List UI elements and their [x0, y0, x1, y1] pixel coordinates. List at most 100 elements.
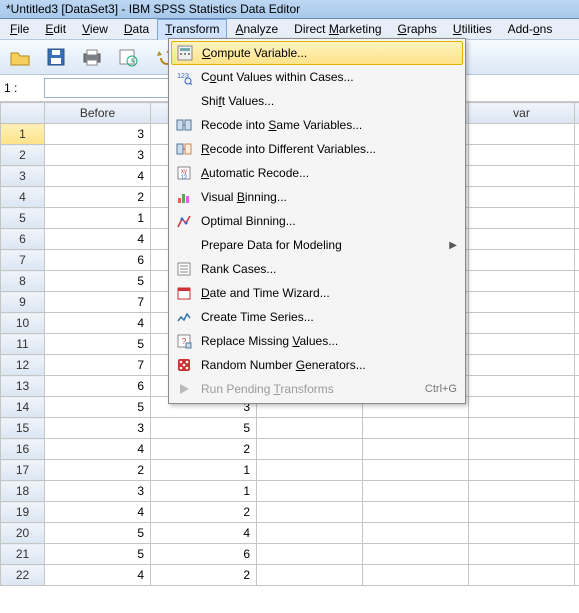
cell[interactable]: [575, 502, 579, 523]
menu-item-count-values-within-cases[interactable]: 123Count Values within Cases...: [171, 65, 463, 89]
menu-view[interactable]: View: [74, 19, 116, 39]
cell[interactable]: [469, 208, 575, 229]
cell[interactable]: [575, 145, 579, 166]
cell[interactable]: 1: [45, 208, 151, 229]
cell[interactable]: [575, 124, 579, 145]
menu-item-compute-variable[interactable]: Compute Variable...: [171, 41, 463, 65]
row-number[interactable]: 16: [1, 439, 45, 460]
menu-item-create-time-series[interactable]: Create Time Series...: [171, 305, 463, 329]
cell[interactable]: 4: [45, 502, 151, 523]
menu-utilities[interactable]: Utilities: [445, 19, 500, 39]
cell[interactable]: 6: [45, 250, 151, 271]
row-number[interactable]: 14: [1, 397, 45, 418]
column-header[interactable]: Before: [45, 103, 151, 124]
row-number[interactable]: 4: [1, 187, 45, 208]
cell[interactable]: [575, 397, 579, 418]
cell[interactable]: [363, 418, 469, 439]
column-header[interactable]: [575, 103, 579, 124]
cell[interactable]: [469, 418, 575, 439]
rownum-header[interactable]: [1, 103, 45, 124]
menu-graphs[interactable]: Graphs: [390, 19, 445, 39]
cell[interactable]: [257, 565, 363, 586]
menu-item-prepare-data-for-modeling[interactable]: Prepare Data for Modeling▶: [171, 233, 463, 257]
cell[interactable]: 2: [45, 187, 151, 208]
menu-file[interactable]: File: [2, 19, 37, 39]
cell[interactable]: [575, 187, 579, 208]
cell[interactable]: [469, 292, 575, 313]
cell[interactable]: [575, 166, 579, 187]
cell[interactable]: [575, 460, 579, 481]
toolbar-open-button[interactable]: [6, 43, 34, 71]
cell[interactable]: [575, 481, 579, 502]
cell[interactable]: 4: [45, 166, 151, 187]
row-number[interactable]: 8: [1, 271, 45, 292]
menu-edit[interactable]: Edit: [37, 19, 74, 39]
row-number[interactable]: 10: [1, 313, 45, 334]
cell[interactable]: [575, 334, 579, 355]
toolbar-print-button[interactable]: [78, 43, 106, 71]
row-number[interactable]: 18: [1, 481, 45, 502]
menu-item-rank-cases[interactable]: Rank Cases...: [171, 257, 463, 281]
cell[interactable]: 7: [45, 355, 151, 376]
cell[interactable]: [257, 481, 363, 502]
menu-item-visual-binning[interactable]: Visual Binning...: [171, 185, 463, 209]
cell[interactable]: 2: [151, 565, 257, 586]
cell[interactable]: 6: [45, 376, 151, 397]
cell[interactable]: 4: [45, 229, 151, 250]
cell[interactable]: [469, 145, 575, 166]
cell[interactable]: [575, 355, 579, 376]
cell[interactable]: [469, 355, 575, 376]
cell[interactable]: [575, 271, 579, 292]
menu-direct-marketing[interactable]: Direct Marketing: [286, 19, 389, 39]
cell[interactable]: [469, 439, 575, 460]
cell[interactable]: [469, 481, 575, 502]
cell[interactable]: [575, 418, 579, 439]
cell[interactable]: 5: [45, 271, 151, 292]
row-number[interactable]: 9: [1, 292, 45, 313]
cell[interactable]: [469, 523, 575, 544]
row-number[interactable]: 13: [1, 376, 45, 397]
cell[interactable]: [575, 250, 579, 271]
cell[interactable]: [363, 523, 469, 544]
row-number[interactable]: 2: [1, 145, 45, 166]
cell[interactable]: [469, 502, 575, 523]
menu-item-replace-missing-values[interactable]: ?Replace Missing Values...: [171, 329, 463, 353]
cell[interactable]: [575, 439, 579, 460]
cell[interactable]: [257, 460, 363, 481]
cell[interactable]: 1: [151, 481, 257, 502]
cell[interactable]: [575, 544, 579, 565]
cell[interactable]: 3: [45, 124, 151, 145]
row-number[interactable]: 22: [1, 565, 45, 586]
menu-analyze[interactable]: Analyze: [227, 19, 286, 39]
row-number[interactable]: 17: [1, 460, 45, 481]
cell[interactable]: 5: [45, 397, 151, 418]
cell[interactable]: [469, 166, 575, 187]
menu-item-recode-into-different-variables[interactable]: Recode into Different Variables...: [171, 137, 463, 161]
cell[interactable]: [363, 481, 469, 502]
cell[interactable]: [363, 544, 469, 565]
cell[interactable]: 2: [45, 460, 151, 481]
menu-item-recode-into-same-variables[interactable]: Recode into Same Variables...: [171, 113, 463, 137]
cell[interactable]: [469, 376, 575, 397]
menu-item-random-number-generators[interactable]: Random Number Generators...: [171, 353, 463, 377]
cell[interactable]: 5: [45, 523, 151, 544]
cell[interactable]: 4: [45, 565, 151, 586]
row-number[interactable]: 15: [1, 418, 45, 439]
cell[interactable]: [257, 523, 363, 544]
row-number[interactable]: 21: [1, 544, 45, 565]
cell[interactable]: 7: [45, 292, 151, 313]
cell[interactable]: [257, 544, 363, 565]
row-number[interactable]: 12: [1, 355, 45, 376]
menu-item-automatic-recode[interactable]: xy12Automatic Recode...: [171, 161, 463, 185]
row-number[interactable]: 6: [1, 229, 45, 250]
cell[interactable]: [469, 334, 575, 355]
cell[interactable]: 1: [151, 460, 257, 481]
cell[interactable]: 5: [45, 334, 151, 355]
row-number[interactable]: 7: [1, 250, 45, 271]
cell[interactable]: [257, 502, 363, 523]
cell[interactable]: [363, 565, 469, 586]
row-number[interactable]: 3: [1, 166, 45, 187]
menu-data[interactable]: Data: [116, 19, 157, 39]
cell[interactable]: [469, 544, 575, 565]
cell[interactable]: [575, 565, 579, 586]
